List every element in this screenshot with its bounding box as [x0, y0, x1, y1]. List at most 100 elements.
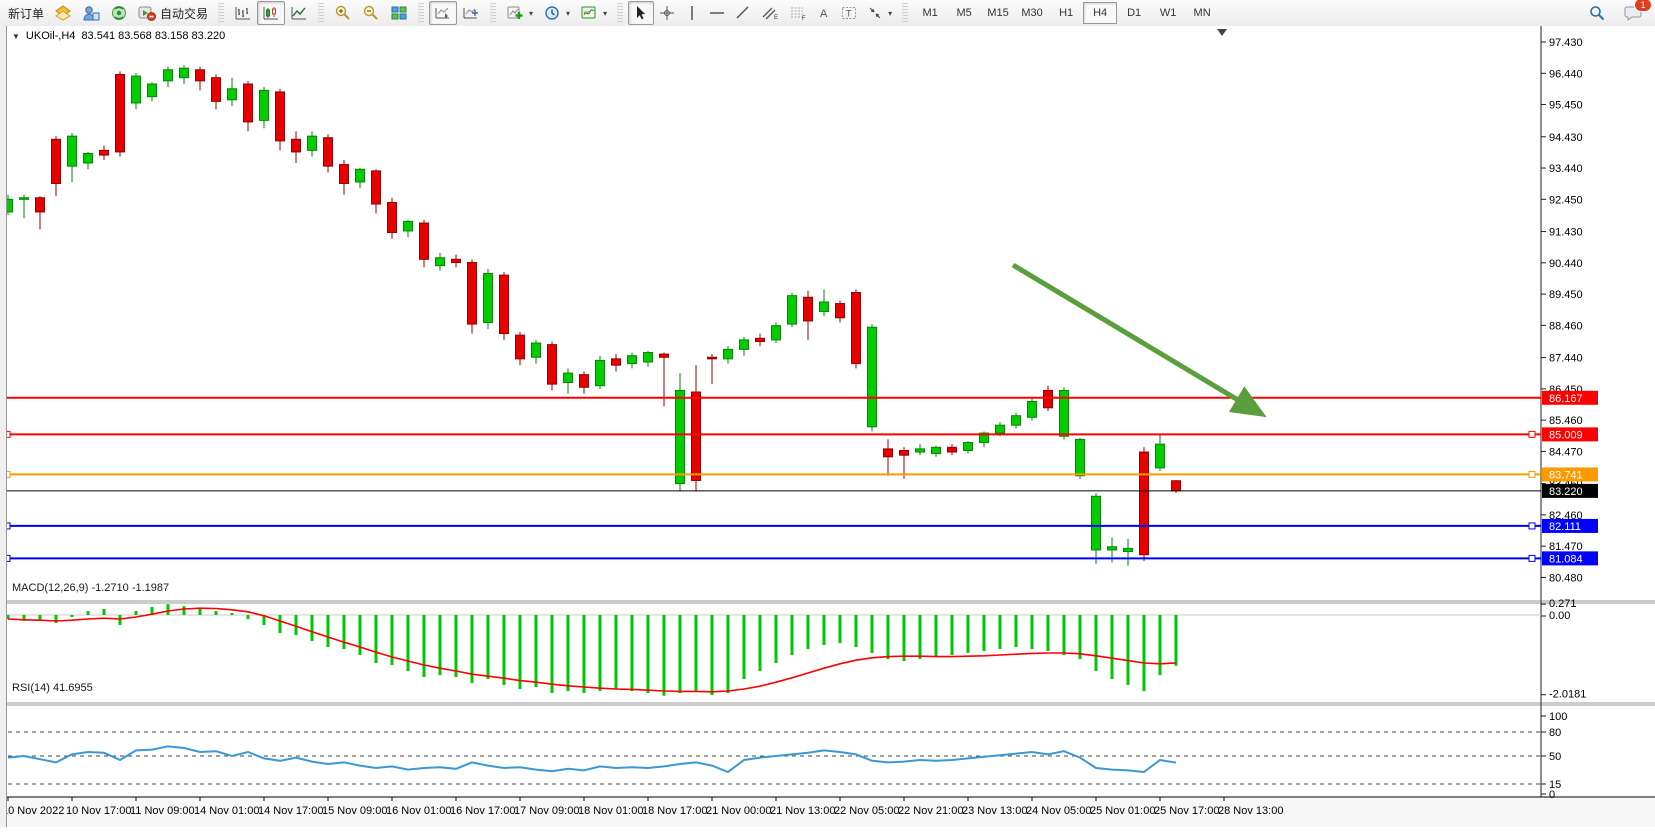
timeframe-button-d1[interactable]: D1 [1117, 2, 1151, 24]
zoom-in-button[interactable] [329, 1, 357, 25]
crosshair-icon [659, 5, 675, 21]
candle-body [1156, 444, 1165, 468]
cursor-button[interactable] [628, 1, 654, 25]
candle-body [244, 84, 253, 122]
profile-icon [82, 5, 100, 21]
horizontal-line-icon [709, 5, 725, 21]
candle-body [36, 198, 45, 212]
candle-body [740, 340, 749, 349]
window-left-border [0, 26, 7, 827]
tile-windows-icon [390, 5, 408, 21]
candle-body [516, 335, 525, 359]
chevron-down-icon: ▾ [566, 9, 570, 18]
text-label-tool[interactable]: T [836, 1, 862, 25]
date-tick-label: 21 Nov 00:00 [706, 805, 771, 817]
channel-tool[interactable]: E [756, 1, 784, 25]
layers-button[interactable] [49, 1, 77, 25]
timeframe-button-m30[interactable]: M30 [1015, 2, 1049, 24]
line-chart-button[interactable] [285, 1, 313, 25]
toolbar-separator [490, 3, 496, 23]
candle-body [1108, 547, 1117, 550]
candle-body [996, 425, 1005, 433]
tile-windows-button[interactable] [385, 1, 413, 25]
fibonacci-tool[interactable]: F [784, 1, 812, 25]
autotrade-icon [138, 5, 156, 21]
chart-shift-button[interactable] [457, 1, 485, 25]
candle-body [324, 138, 333, 166]
signals-button[interactable] [105, 1, 133, 25]
svg-text:E: E [774, 15, 778, 21]
bar-chart-icon [234, 5, 252, 21]
line-handle[interactable] [1529, 431, 1535, 437]
candle-body [532, 343, 541, 357]
candle-body [84, 154, 93, 163]
candlestick-icon [262, 5, 280, 21]
trendline-tool[interactable] [730, 1, 756, 25]
date-tick-label: 22 Nov 05:00 [834, 805, 899, 817]
arrows-tool[interactable]: ▾ [862, 1, 897, 25]
autotrade-button[interactable]: 自动交易 [133, 1, 213, 25]
timeframe-button-h4[interactable]: H4 [1083, 2, 1117, 24]
one-click-expander-icon[interactable]: ▼ [12, 32, 20, 41]
timeframe-button-m5[interactable]: M5 [947, 2, 981, 24]
bar-chart-button[interactable] [229, 1, 257, 25]
candle-body [852, 293, 861, 364]
chart-symbol-period: UKOil-,H4 [26, 30, 76, 42]
candle-body [260, 90, 269, 120]
candle-body [20, 198, 29, 200]
price-line-tag-label: 83.741 [1549, 469, 1583, 481]
candle-body [1092, 496, 1101, 550]
vertical-line-tool[interactable] [680, 1, 704, 25]
candle-body [900, 450, 909, 455]
horizontal-line-tool[interactable] [704, 1, 730, 25]
line-handle[interactable] [1529, 523, 1535, 529]
line-handle[interactable] [1529, 555, 1535, 561]
date-tick-label: 24 Nov 05:00 [1026, 805, 1091, 817]
zoom-out-button[interactable] [357, 1, 385, 25]
candle-body [308, 136, 317, 150]
candle-body [1124, 548, 1133, 551]
date-tick-label: 16 Nov 17:00 [450, 805, 515, 817]
timeframe-button-m1[interactable]: M1 [913, 2, 947, 24]
text-icon: A [817, 5, 831, 21]
templates-button[interactable]: ▾ [575, 1, 612, 25]
toolbar-separator [218, 3, 224, 23]
text-tool[interactable]: A [812, 1, 836, 25]
price-line-tag-label: 81.084 [1549, 553, 1583, 565]
periods-button[interactable]: ▾ [538, 1, 575, 25]
candle-body [484, 274, 493, 323]
crosshair-button[interactable] [654, 1, 680, 25]
candle-body [1044, 390, 1053, 407]
fibonacci-icon: F [789, 5, 807, 21]
timeframe-button-h1[interactable]: H1 [1049, 2, 1083, 24]
profile-button[interactable] [77, 1, 105, 25]
candle-body [404, 221, 413, 230]
timeframe-button-w1[interactable]: W1 [1151, 2, 1185, 24]
timeframe-button-m15[interactable]: M15 [981, 2, 1015, 24]
date-tick-label: 18 Nov 01:00 [578, 805, 643, 817]
toolbar-separator [902, 3, 908, 23]
price-tick-label: 89.450 [1549, 289, 1583, 301]
channel-icon: E [761, 5, 779, 21]
candle-body [228, 89, 237, 100]
candle-body [948, 447, 957, 452]
candle-body [820, 302, 829, 311]
price-tick-label: 96.440 [1549, 68, 1583, 80]
indicators-button[interactable]: ▾ [501, 1, 538, 25]
price-tick-label: 88.460 [1549, 320, 1583, 332]
search-button[interactable] [1583, 1, 1611, 25]
zoom-out-icon [362, 5, 380, 21]
candlestick-button[interactable] [257, 1, 285, 25]
date-tick-label: 10 Nov 17:00 [66, 805, 131, 817]
date-tick-label: 14 Nov 01:00 [194, 805, 259, 817]
timeframe-button-mn[interactable]: MN [1185, 2, 1219, 24]
line-handle[interactable] [1529, 471, 1535, 477]
autoscroll-button[interactable] [429, 1, 457, 25]
chart-canvas[interactable]: 97.43096.44095.45094.43093.44092.45091.4… [0, 26, 1655, 827]
candle-body [1140, 452, 1149, 555]
date-tick-label: 17 Nov 09:00 [514, 805, 579, 817]
notifications-button[interactable]: 1 [1619, 1, 1647, 25]
new-order-button[interactable]: 新订单 [3, 1, 49, 25]
candle-body [212, 78, 221, 102]
date-tick-label: 25 Nov 17:00 [1154, 805, 1219, 817]
